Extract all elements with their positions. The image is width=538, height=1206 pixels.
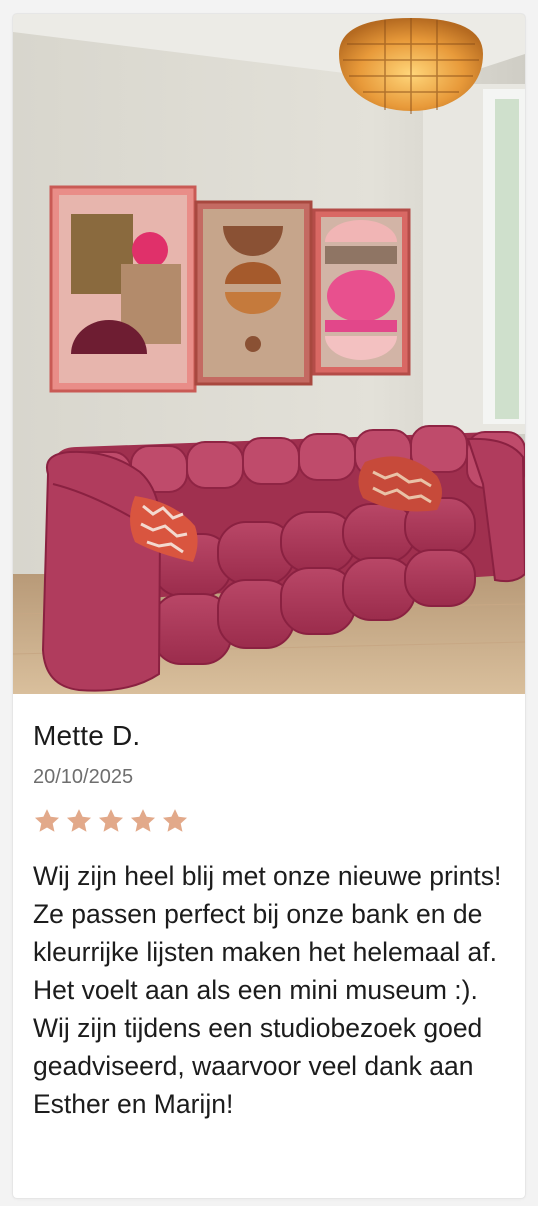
review-card: Mette D. 20/10/2025 Wij zijn heel blij m… [13,14,525,1198]
reviewer-name: Mette D. [33,720,141,751]
star-icon [98,809,124,832]
star-icon [34,809,60,832]
review-date: 20/10/2025 [33,766,134,788]
star-icon [66,809,92,832]
review-text: Wij zijn heel blij met onze nieuwe print… [33,861,502,1119]
review-photo[interactable] [13,14,525,694]
star-icon [162,809,188,832]
star-rating [33,807,505,835]
star-icon [130,809,156,832]
